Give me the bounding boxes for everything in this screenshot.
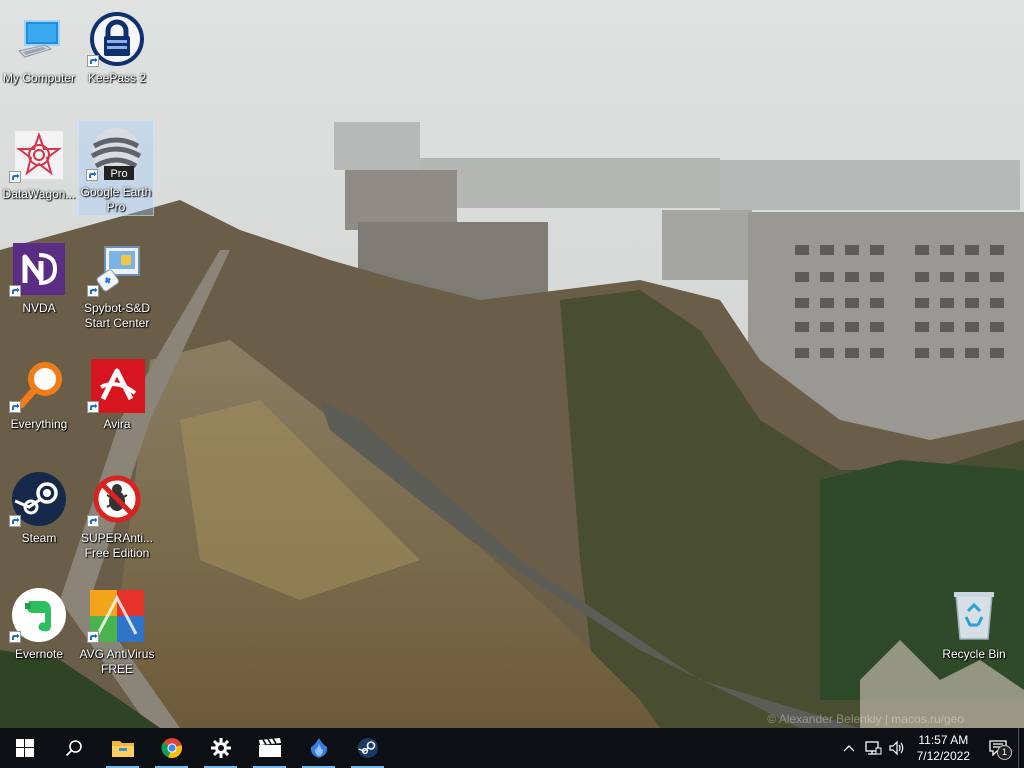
shortcut-arrow-icon (87, 515, 99, 527)
start-button[interactable] (0, 728, 49, 768)
taskbar: 11:57 AM 7/12/2022 1 (0, 728, 1024, 768)
clapperboard-icon (258, 738, 281, 757)
icon-label: Recycle Bin (942, 647, 1006, 661)
desktop-icon-steam[interactable]: Steam (1, 464, 77, 572)
icon-label: Google Earth Pro (80, 185, 152, 214)
notification-count-badge: 1 (997, 745, 1012, 760)
icon-label: Evernote (14, 647, 64, 661)
desktop-icon-google-earth-pro[interactable]: Pro Google Earth Pro (78, 120, 154, 216)
chevron-up-icon (843, 745, 855, 752)
computer-icon (18, 20, 60, 58)
taskbar-settings[interactable] (196, 728, 245, 768)
recycle-bin-icon (954, 592, 994, 640)
show-desktop-button[interactable] (1018, 728, 1024, 768)
show-hidden-icons-button[interactable] (837, 728, 861, 768)
desktop-icon-avg[interactable]: AVG AntiVirus FREE (79, 580, 155, 688)
pro-badge: Pro (110, 168, 127, 180)
desktop-icon-keepass[interactable]: KeePass 2 (79, 4, 155, 112)
shortcut-arrow-icon (86, 169, 98, 181)
icon-label: Everything (10, 417, 68, 431)
desktop-icon-spybot[interactable]: Spybot-S&D Start Center (79, 234, 155, 342)
desktop-icon-everything[interactable]: Everything (1, 350, 77, 458)
icon-label: NVDA (22, 301, 56, 315)
shortcut-arrow-icon (9, 285, 21, 297)
taskbar-file-explorer[interactable] (98, 728, 147, 768)
shortcut-arrow-icon (9, 631, 21, 643)
taskbar-steam[interactable] (343, 728, 392, 768)
taskbar-google-chrome[interactable] (147, 728, 196, 768)
desktop-icon-nvda[interactable]: NVDA (1, 234, 77, 342)
shortcut-arrow-icon (87, 401, 99, 413)
network-button[interactable] (861, 728, 885, 768)
shortcut-arrow-icon (9, 515, 21, 527)
action-center-button[interactable]: 1 (978, 728, 1018, 768)
icon-label: Steam (21, 531, 57, 545)
windows-logo-icon (15, 739, 34, 757)
folder-icon (111, 741, 134, 757)
shortcut-arrow-icon (9, 401, 21, 413)
icon-label: Spybot-S&D Start Center (83, 301, 151, 330)
gear-icon (210, 738, 231, 758)
desktop-icon-evernote[interactable]: Evernote (1, 580, 77, 688)
speaker-icon (889, 740, 903, 756)
icon-label: Avira (103, 417, 131, 431)
system-tray: 11:57 AM 7/12/2022 1 (837, 728, 1024, 768)
desktop-icon-avira[interactable]: Avira (79, 350, 155, 458)
shortcut-arrow-icon (87, 285, 99, 297)
desktop-icon-recycle-bin[interactable]: Recycle Bin (936, 580, 1012, 688)
taskbar-video-editor[interactable] (245, 728, 294, 768)
shortcut-arrow-icon (87, 631, 99, 643)
wallpaper-credit: © Alexander Belenkiy | macos.ru/geo (767, 712, 964, 726)
blue-flame-icon (310, 738, 327, 758)
desktop-icon-superantispyware[interactable]: SUPERAnti... Free Edition (79, 464, 155, 572)
desktop-icon-my-computer[interactable]: My Computer (1, 4, 77, 112)
icon-label: AVG AntiVirus FREE (79, 647, 155, 676)
steam-icon (357, 738, 378, 758)
network-icon (864, 741, 882, 755)
icon-label: My Computer (2, 71, 76, 85)
search-button[interactable] (49, 728, 98, 768)
shortcut-arrow-icon (9, 171, 21, 183)
taskbar-clock[interactable]: 11:57 AM 7/12/2022 (909, 732, 978, 764)
shortcut-arrow-icon (87, 55, 99, 67)
search-icon (65, 740, 82, 757)
icon-label: SUPERAnti... Free Edition (80, 531, 154, 560)
icon-label: KeePass 2 (87, 71, 147, 85)
volume-button[interactable] (885, 728, 909, 768)
taskbar-app[interactable] (294, 728, 343, 768)
clock-time: 11:57 AM (918, 733, 969, 747)
desktop-icon-datawagon[interactable]: DataWagon... (1, 120, 77, 228)
chrome-icon (160, 738, 182, 759)
clock-date: 7/12/2022 (916, 749, 970, 763)
icon-label: DataWagon... (2, 187, 76, 201)
